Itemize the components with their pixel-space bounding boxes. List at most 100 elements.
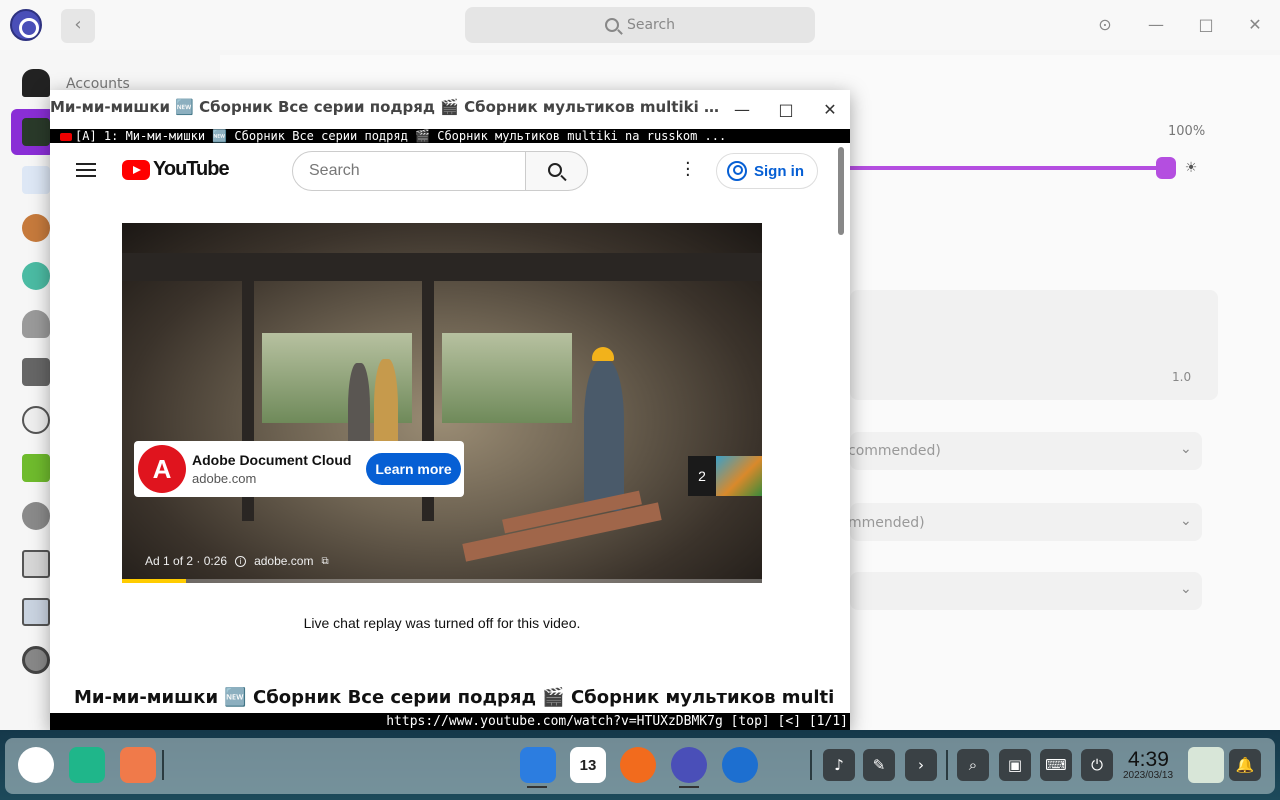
volume-icon[interactable]: ♪ [823, 749, 855, 781]
ad-link[interactable]: adobe.com [254, 554, 313, 568]
settings-logo-icon [10, 9, 42, 41]
keyboard-icon[interactable]: ⌨ [1040, 749, 1072, 781]
tab-label: [A] 1: Ми-ми-мишки 🆕 Сборник Все серии п… [75, 129, 727, 143]
brightness-slider-track[interactable] [850, 166, 1160, 170]
brightness-slider-handle[interactable] [1156, 157, 1176, 179]
ad-info-bar: Ad 1 of 2 · 0:26 i adobe.com ⧉ [145, 554, 329, 568]
search-icon[interactable]: ⌕ [957, 749, 989, 781]
taskbar-separator [946, 750, 948, 780]
launcher-icon[interactable] [18, 747, 54, 783]
next-ad-preview[interactable]: 2 [688, 456, 762, 496]
ad-progress-bar[interactable] [122, 579, 762, 583]
video-frame-beam [122, 253, 762, 281]
taskbar-separator [162, 750, 164, 780]
pen-icon[interactable]: ✎ [863, 749, 895, 781]
control-center-icon[interactable] [671, 747, 707, 783]
multitask-view-icon[interactable] [69, 747, 105, 783]
info-icon[interactable]: i [235, 555, 247, 567]
firefox-icon[interactable] [620, 747, 656, 783]
scrollbar-thumb[interactable] [838, 147, 844, 235]
workspace-icon[interactable] [120, 747, 156, 783]
brightness-sun-icon: ☀ [1184, 160, 1198, 176]
video-player[interactable]: Adobe Document Cloud adobe.com Learn mor… [122, 223, 762, 583]
system-info-icon[interactable] [22, 598, 50, 626]
more-options-icon[interactable]: ⊙ [1094, 14, 1116, 36]
ad-info-text: Ad 1 of 2 · 0:26 [145, 554, 228, 568]
learn-more-button[interactable]: Learn more [366, 453, 461, 485]
taskbar: 13 ♪ ✎ › ⌕ ▣ ⌨ ⏻ 🔔 [0, 730, 1280, 800]
close-button[interactable]: ✕ [1244, 14, 1266, 36]
settings-titlebar: ‹ Search ⊙ — □ ✕ [0, 0, 1280, 50]
ad-progress-fill [122, 579, 186, 583]
youtube-logo[interactable]: YouTube [122, 158, 230, 181]
datetime-icon[interactable] [22, 406, 50, 434]
video-frame-window [442, 333, 572, 423]
minimize-button[interactable]: — [730, 98, 754, 122]
clock-date: 2023/03/13 [1123, 770, 1174, 781]
youtube-search-input[interactable]: Search [292, 151, 526, 191]
menu-icon[interactable] [76, 163, 96, 177]
ad-overlay-card[interactable]: Adobe Document Cloud adobe.com Learn mor… [134, 441, 464, 497]
chevron-down-icon: ⌄ [1180, 581, 1192, 597]
next-ad-count: 2 [698, 468, 706, 484]
youtube-play-icon [122, 159, 150, 180]
more-vert-icon[interactable]: · · · [685, 155, 691, 185]
chevron-right-icon[interactable]: › [905, 749, 937, 781]
browser-app-icon[interactable] [722, 747, 758, 783]
taskbar-separator [810, 750, 812, 780]
next-video-thumbnail [716, 456, 762, 496]
live-chat-notice: Live chat replay was turned off for this… [303, 615, 581, 631]
external-link-icon: ⧉ [321, 555, 329, 567]
app-store-icon[interactable] [520, 747, 556, 783]
youtube-page: YouTube Search · · · Sign in A Adobe Doc… [50, 143, 850, 713]
video-title: Ми-ми-мишки 🆕 Сборник Все серии подряд 🎬… [74, 687, 834, 708]
youtube-favicon-icon [60, 132, 72, 141]
window-title: Ми-ми-мишки 🆕 Сборник Все серии подряд 🎬… [50, 98, 720, 116]
active-app-indicator [527, 786, 547, 788]
mouse-icon[interactable] [22, 502, 50, 530]
scale-value: 1.0 [1172, 370, 1192, 384]
browser-titlebar: Ми-ми-мишки 🆕 Сборник Все серии подряд 🎬… [50, 90, 850, 129]
keyboard-icon[interactable] [22, 550, 50, 578]
ad-advertiser: Adobe Document Cloud [192, 452, 352, 468]
dropdown-3[interactable] [850, 572, 1202, 610]
minimize-button[interactable]: — [1145, 14, 1167, 36]
settings-search-input[interactable]: Search [465, 7, 815, 43]
network-icon[interactable] [22, 262, 50, 290]
sign-in-button[interactable]: Sign in [716, 153, 818, 189]
general-settings-icon[interactable] [22, 646, 50, 674]
search-icon [604, 18, 619, 32]
chevron-down-icon: ⌄ [1180, 513, 1192, 529]
maximize-button[interactable]: □ [1195, 14, 1217, 36]
power-icon[interactable]: ⏻ [1081, 749, 1113, 781]
trash-icon[interactable] [1188, 747, 1224, 783]
brightness-percent: 100% [1168, 124, 1206, 139]
sound-icon[interactable] [22, 358, 50, 386]
personalization-icon[interactable] [22, 214, 50, 242]
power-icon[interactable] [22, 454, 50, 482]
default-apps-icon[interactable] [22, 166, 50, 194]
screenshot-icon[interactable]: ▣ [999, 749, 1031, 781]
status-bar-url: https://www.youtube.com/watch?v=HTUXzDBM… [50, 713, 850, 730]
video-frame-person [584, 361, 624, 511]
ad-domain: adobe.com [192, 471, 257, 486]
search-icon [548, 163, 562, 177]
display-icon[interactable] [22, 118, 50, 146]
dropdown-2-value: mmended) [848, 515, 925, 531]
close-button[interactable]: ✕ [818, 98, 842, 122]
video-frame-hardhat [592, 347, 614, 361]
maximize-button[interactable]: □ [774, 98, 798, 122]
notification-bell-icon[interactable]: 🔔 [1229, 749, 1261, 781]
youtube-search-button[interactable] [525, 151, 588, 191]
dropdown-1-value: commended) [848, 443, 941, 459]
chevron-down-icon: ⌄ [1180, 441, 1192, 457]
clock-time[interactable]: 4:39 [1128, 748, 1169, 772]
tab-bar[interactable]: [A] 1: Ми-ми-мишки 🆕 Сборник Все серии п… [50, 129, 850, 143]
calendar-icon[interactable]: 13 [570, 747, 606, 783]
notification-icon[interactable] [22, 310, 50, 338]
page-scrollbar[interactable] [838, 143, 846, 713]
back-button[interactable]: ‹ [61, 9, 95, 43]
scale-card [850, 290, 1218, 400]
accounts-icon[interactable] [22, 69, 50, 97]
browser-window: Ми-ми-мишки 🆕 Сборник Все серии подряд 🎬… [50, 90, 850, 730]
